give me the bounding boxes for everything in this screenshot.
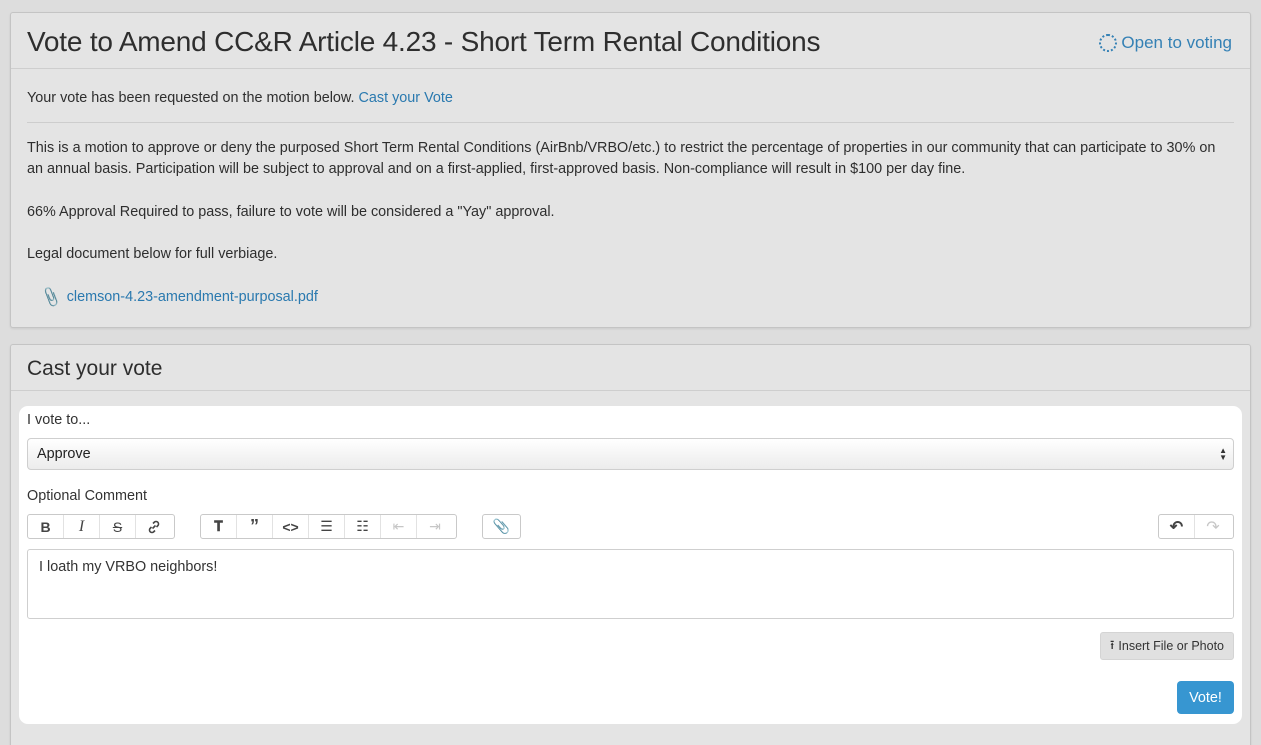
block-toolbar-group: 𝐓 ” <> ☰ ☷ ⇤ ⇥ xyxy=(200,514,457,539)
increase-indent-icon[interactable]: ⇥ xyxy=(417,515,453,538)
heading-icon[interactable]: 𝐓 xyxy=(201,515,237,538)
vote-label: I vote to... xyxy=(27,412,91,428)
status-text: Open to voting xyxy=(1121,33,1232,52)
quote-icon[interactable]: ” xyxy=(237,515,273,538)
attachment-link[interactable]: 📎 clemson-4.23-amendment-purposal.pdf xyxy=(39,286,318,309)
link-icon[interactable] xyxy=(136,515,172,538)
request-text: Your vote has been requested on the moti… xyxy=(27,90,355,106)
upload-icon: ⭱ xyxy=(1110,637,1115,652)
spinner-icon xyxy=(1099,34,1118,52)
code-icon[interactable]: <> xyxy=(273,515,309,538)
format-toolbar-group: B I S xyxy=(27,514,175,539)
cast-vote-link[interactable]: Cast your Vote xyxy=(359,90,453,106)
strikethrough-icon[interactable]: S xyxy=(100,515,136,538)
vote-header: Cast your vote xyxy=(11,345,1250,391)
legal-note: Legal document below for full verbiage. xyxy=(27,246,278,262)
bold-icon[interactable]: B xyxy=(28,515,64,538)
page-title: Vote to Amend CC&R Article 4.23 - Short … xyxy=(27,26,821,57)
vote-select-value: Approve xyxy=(37,446,91,462)
approval-note: 66% Approval Required to pass, failure t… xyxy=(27,204,555,220)
request-line: Your vote has been requested on the moti… xyxy=(27,88,453,109)
divider xyxy=(27,122,1234,123)
vote-select[interactable]: Approve ▲ ▼ xyxy=(27,438,1234,470)
insert-file-label: Insert File or Photo xyxy=(1118,639,1224,653)
redo-icon[interactable]: ↷ xyxy=(1195,515,1231,538)
paperclip-icon: 📎 xyxy=(39,286,63,309)
motion-description: This is a motion to approve or deny the … xyxy=(27,140,1216,177)
vote-submit-button[interactable]: Vote! xyxy=(1177,681,1234,714)
italic-icon[interactable]: I xyxy=(64,515,100,538)
attachment-filename: clemson-4.23-amendment-purposal.pdf xyxy=(66,289,318,305)
comment-editor[interactable]: I loath my VRBO neighbors! xyxy=(27,549,1234,619)
vote-form-card: I vote to... Approve ▲ ▼ Optional Comment… xyxy=(19,406,1242,724)
vote-panel-title: Cast your vote xyxy=(27,357,163,380)
insert-file-button[interactable]: ⭱ Insert File or Photo xyxy=(1100,632,1234,660)
attach-icon[interactable]: 📎 xyxy=(483,515,520,538)
select-arrows-icon: ▲ ▼ xyxy=(1219,446,1227,462)
motion-panel: Vote to Amend CC&R Article 4.23 - Short … xyxy=(10,12,1251,328)
motion-header: Vote to Amend CC&R Article 4.23 - Short … xyxy=(11,13,1250,69)
status-badge: Open to voting xyxy=(1099,33,1232,53)
attach-toolbar-group: 📎 xyxy=(482,514,521,539)
comment-label: Optional Comment xyxy=(27,488,147,504)
decrease-indent-icon[interactable]: ⇤ xyxy=(381,515,417,538)
undo-icon[interactable]: ↶ xyxy=(1159,515,1195,538)
numbered-list-icon[interactable]: ☷ xyxy=(345,515,381,538)
bullet-list-icon[interactable]: ☰ xyxy=(309,515,345,538)
history-toolbar-group: ↶ ↷ xyxy=(1158,514,1234,539)
